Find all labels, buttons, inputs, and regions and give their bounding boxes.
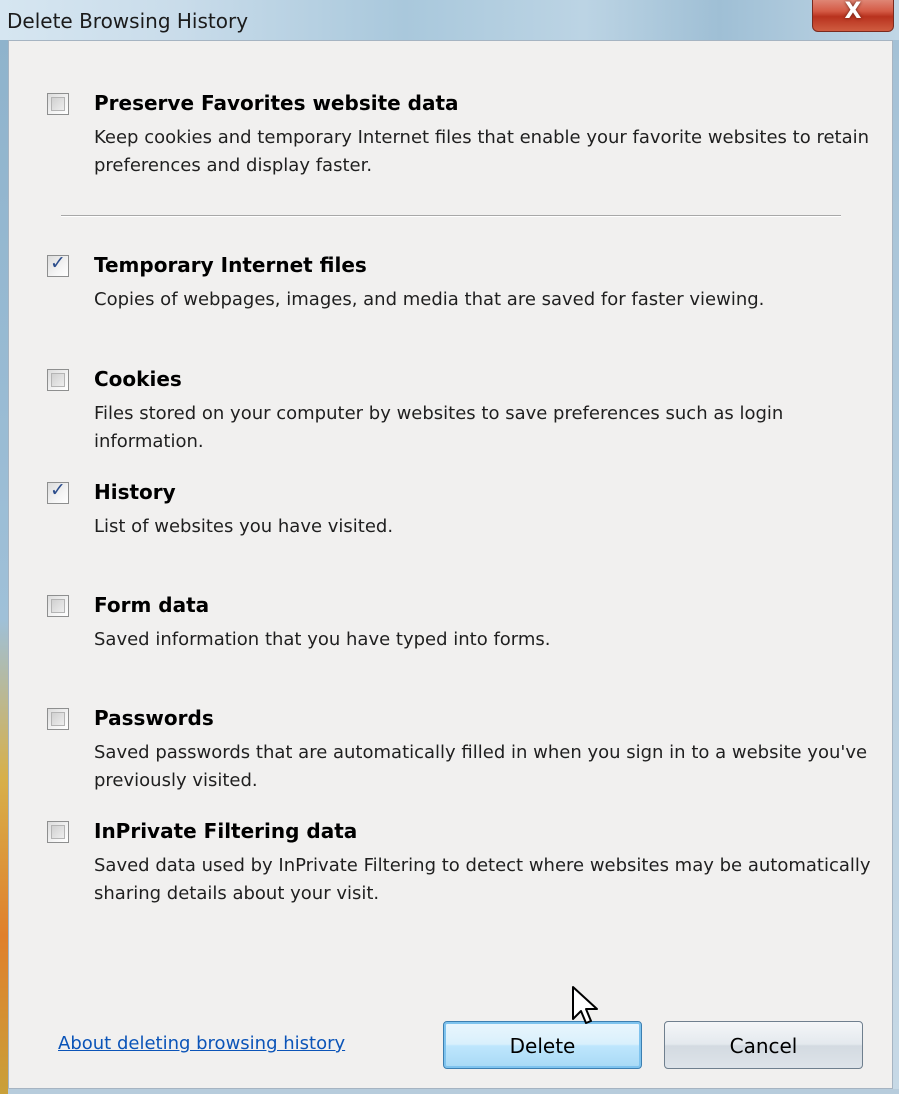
delete-button[interactable]: Delete <box>443 1021 642 1069</box>
option-title: Preserve Favorites website data <box>94 91 459 115</box>
title-bar[interactable]: Delete Browsing History X <box>0 0 899 40</box>
checkbox-box <box>51 712 65 726</box>
form-data-checkbox[interactable] <box>47 595 69 617</box>
cookies-checkbox[interactable] <box>47 369 69 391</box>
dialog-content: Preserve Favorites website data Keep coo… <box>8 40 893 1089</box>
option-description: Files stored on your computer by website… <box>94 403 784 452</box>
checkmark-icon: ✓ <box>50 252 66 274</box>
option-title: History <box>94 480 176 504</box>
option-title: Temporary Internet files <box>94 253 367 277</box>
option-title: Passwords <box>94 706 214 730</box>
mouse-pointer-icon <box>572 986 598 1024</box>
option-title: InPrivate Filtering data <box>94 819 358 843</box>
preserve-favorites-checkbox[interactable] <box>47 93 69 115</box>
about-deleting-history-link[interactable]: About deleting browsing history <box>58 1033 345 1054</box>
delete-browsing-history-dialog: Delete Browsing History X Preserve Favor… <box>0 0 899 1094</box>
option-description: Saved passwords that are automatically f… <box>94 742 868 791</box>
checkmark-icon: ✓ <box>50 479 66 501</box>
checkbox-box <box>51 599 65 613</box>
close-icon: X <box>844 0 862 24</box>
passwords-checkbox[interactable] <box>47 708 69 730</box>
window-left-border <box>0 40 8 1094</box>
option-title: Cookies <box>94 367 182 391</box>
option-description: List of websites you have visited. <box>94 516 394 537</box>
inprivate-filtering-data-checkbox[interactable] <box>47 821 69 843</box>
dialog-title: Delete Browsing History <box>7 9 249 33</box>
option-description: Keep cookies and temporary Internet file… <box>94 127 870 176</box>
checkbox-box <box>51 825 65 839</box>
cancel-button[interactable]: Cancel <box>664 1021 863 1069</box>
option-title: Form data <box>94 593 210 617</box>
window-bottom-border <box>8 1089 899 1094</box>
option-description: Saved data used by InPrivate Filtering t… <box>94 855 871 904</box>
option-description: Copies of webpages, images, and media th… <box>94 289 765 310</box>
checkbox-box <box>51 97 65 111</box>
close-button[interactable]: X <box>812 0 894 32</box>
temporary-internet-files-checkbox[interactable]: ✓ <box>47 252 69 277</box>
separator <box>61 215 841 217</box>
window-right-border <box>893 40 899 1094</box>
option-description: Saved information that you have typed in… <box>94 629 551 650</box>
checkbox-box <box>51 373 65 387</box>
history-checkbox[interactable]: ✓ <box>47 479 69 504</box>
